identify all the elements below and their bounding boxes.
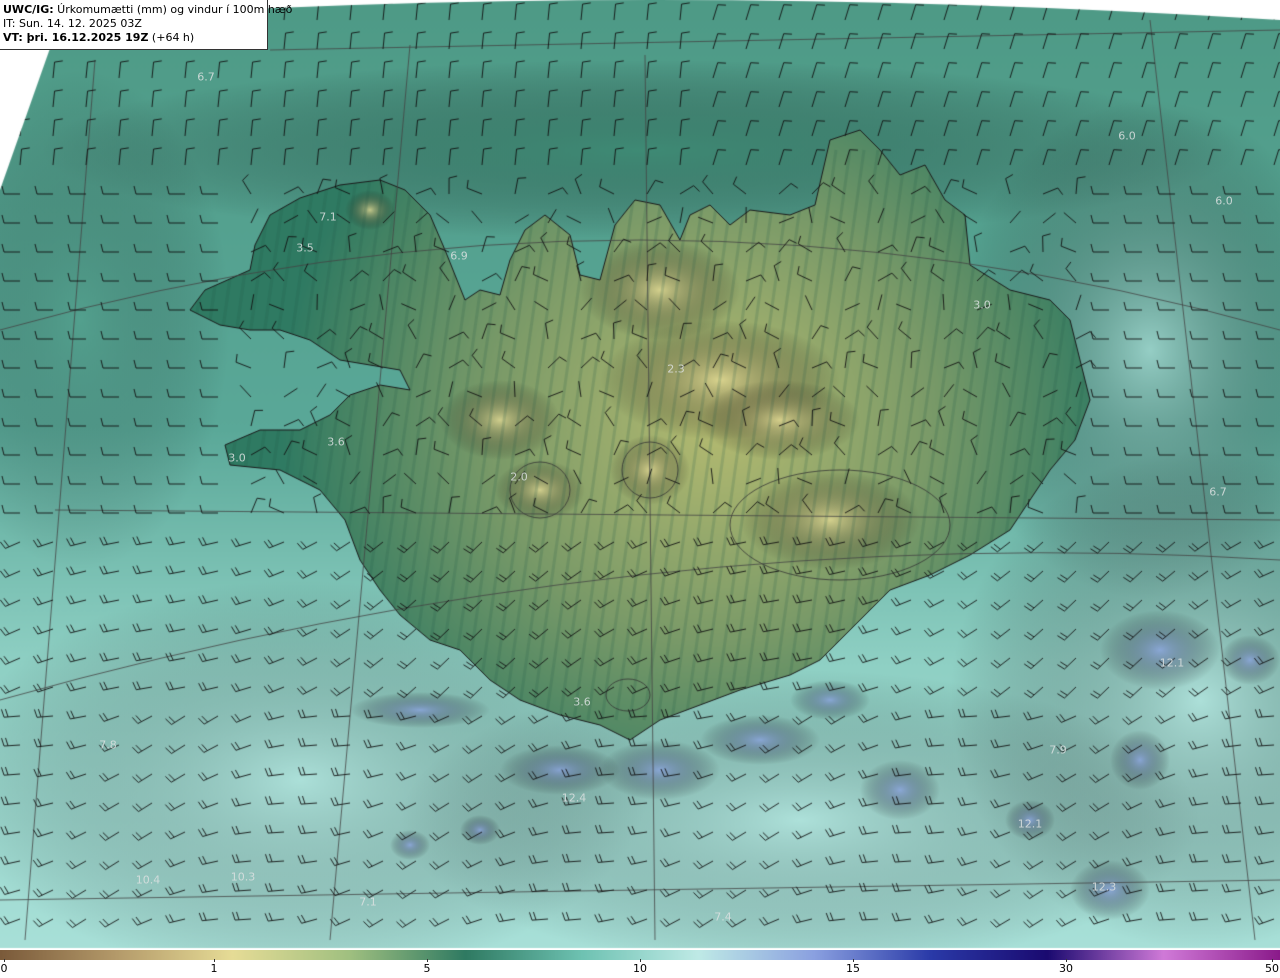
map-value-label: 6.9 — [450, 249, 468, 263]
forecast-lead: (+64 h) — [148, 31, 195, 44]
title-row: UWC/IG: Úrkomumætti (mm) og vindur í 100… — [3, 3, 292, 17]
map-value-label: 7.8 — [99, 738, 117, 752]
valid-time: þri. 16.12.2025 19Z — [22, 31, 149, 44]
map-value-label: 6.0 — [1118, 129, 1136, 143]
colorbar-tick-label: 10 — [633, 962, 647, 975]
valid-row: VT: þri. 16.12.2025 19Z (+64 h) — [3, 31, 264, 45]
colorbar-tick-label: 15 — [846, 962, 860, 975]
colorbar-tick-label: 5 — [423, 962, 431, 975]
map-title: Úrkomumætti (mm) og vindur í 100m hæð — [53, 3, 293, 16]
map-value-label: 7.9 — [1049, 743, 1067, 757]
map-value-label: 3.0 — [973, 298, 991, 312]
map-value-label: 7.4 — [714, 910, 732, 924]
map-value-label: 12.1 — [1159, 656, 1185, 670]
valid-prefix: VT: — [3, 31, 23, 44]
colorbar-legend: 0 1 5 10 15 30 50 — [0, 950, 1280, 978]
map-value-label: 3.6 — [327, 435, 345, 449]
colorbar-tick-label: 30 — [1059, 962, 1073, 975]
map-value-label: 12.3 — [1091, 880, 1117, 894]
map-value-label: 10.4 — [135, 873, 161, 887]
init-time: IT: Sun. 14. 12. 2025 03Z — [3, 17, 142, 30]
map-value-label: 7.1 — [359, 895, 377, 909]
colorbar-tick-label: 0 — [0, 962, 8, 975]
map-value-label: 12.1 — [1017, 817, 1043, 831]
map-value-label: 6.0 — [1215, 194, 1233, 208]
map-value-label: 6.7 — [1209, 485, 1227, 499]
map-value-label: 3.5 — [296, 241, 314, 255]
map-value-label: 7.1 — [319, 210, 337, 224]
map-value-label: 3.6 — [573, 695, 591, 709]
precipitation-wind-map — [0, 0, 1280, 950]
map-value-label: 3.0 — [228, 451, 246, 465]
colorbar-tick-label: 50 — [1265, 962, 1279, 975]
map-value-label: 10.3 — [230, 870, 256, 884]
map-value-label: 6.7 — [197, 70, 215, 84]
map-value-label: 2.0 — [510, 470, 528, 484]
colorbar-tick-label: 1 — [210, 962, 218, 975]
model-prefix: UWC/IG: — [3, 3, 54, 16]
map-value-label: 2.3 — [667, 362, 685, 376]
map-info-box: UWC/IG: Úrkomumætti (mm) og vindur í 100… — [0, 0, 292, 50]
map-value-label: 12.4 — [561, 791, 587, 805]
